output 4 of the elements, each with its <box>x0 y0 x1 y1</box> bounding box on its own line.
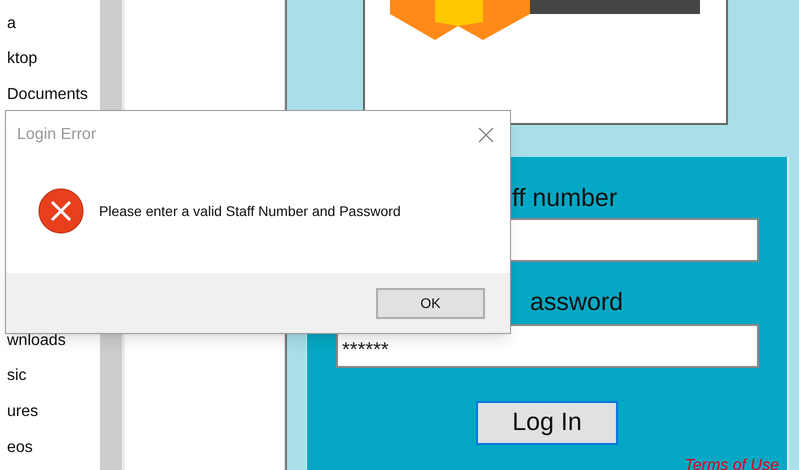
error-message: Please enter a valid Staff Number and Password <box>99 202 401 220</box>
field-label: ff number <box>512 183 618 213</box>
dialog-title: Login Error <box>17 125 96 145</box>
field-label: assword <box>530 287 624 317</box>
